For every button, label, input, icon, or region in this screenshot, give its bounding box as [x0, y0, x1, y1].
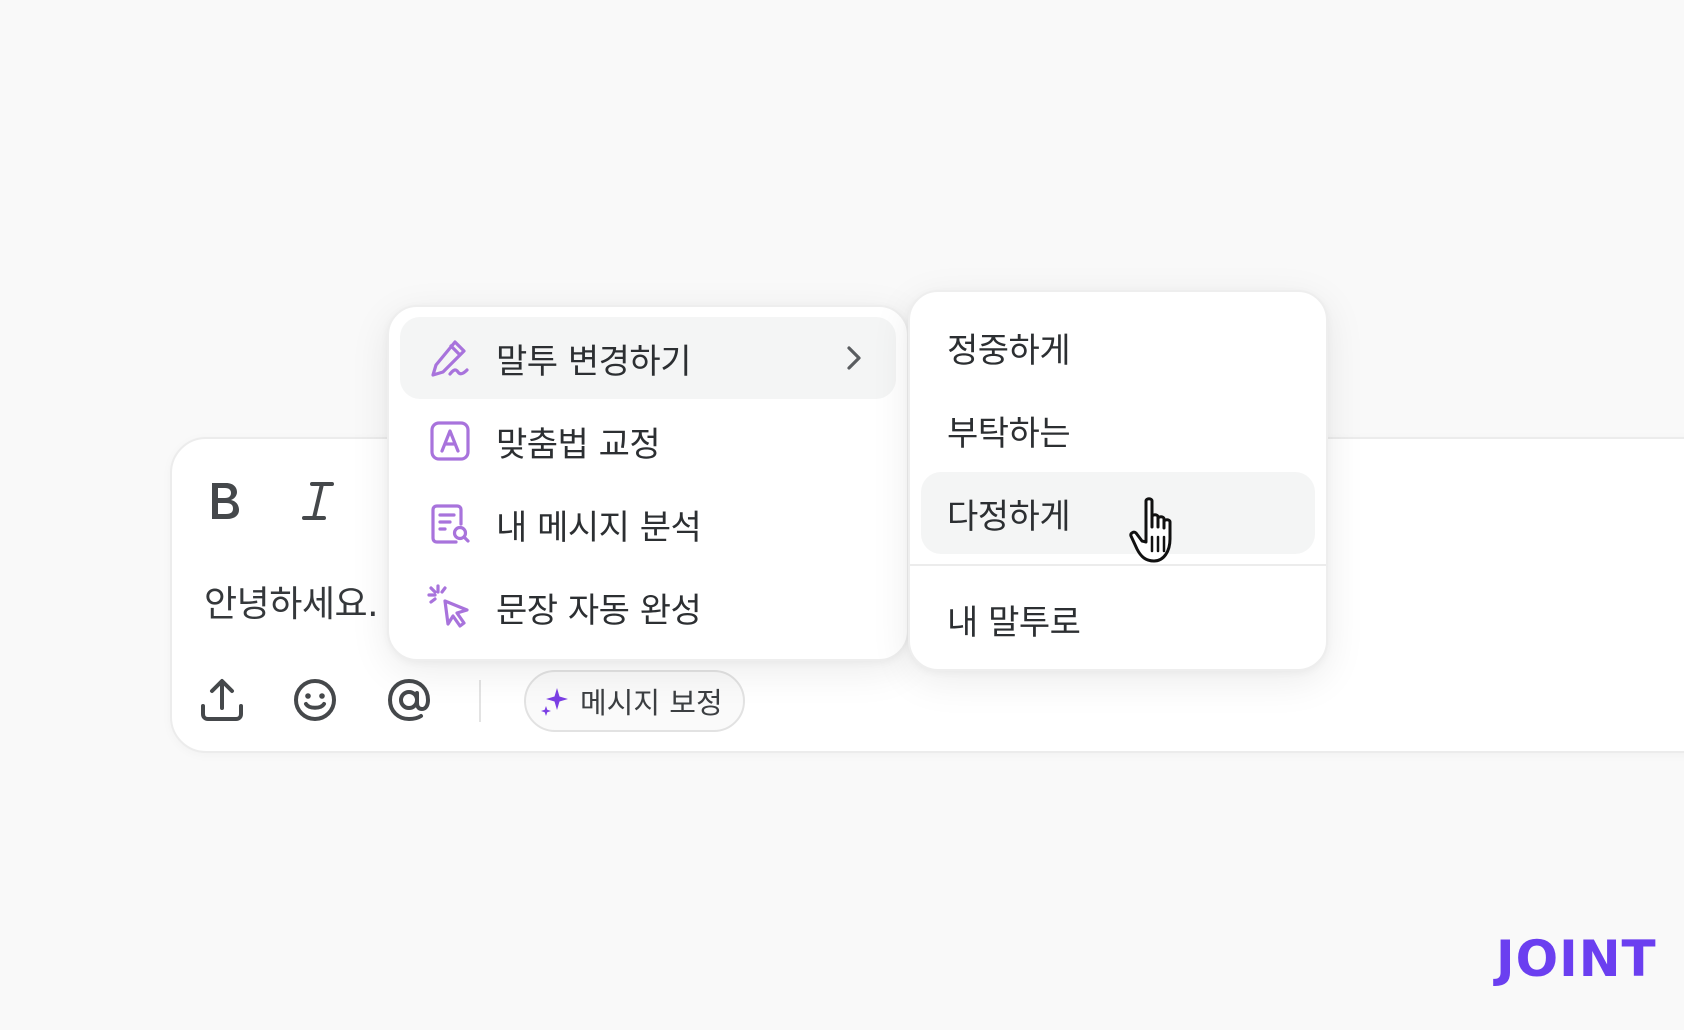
tone-submenu: 정중하게 부탁하는 다정하게 내 말투로 [908, 290, 1328, 671]
italic-icon [302, 482, 334, 520]
menu-item-change-tone[interactable]: 말투 변경하기 [400, 317, 896, 399]
menu-item-analyze-message[interactable]: 내 메시지 분석 [400, 483, 896, 565]
chevron-right-icon [847, 346, 861, 370]
tone-option-my-tone[interactable]: 내 말투로 [921, 578, 1315, 660]
tone-option-friendly[interactable]: 다정하게 [921, 472, 1315, 554]
tone-option-label: 정중하게 [947, 330, 1071, 371]
menu-item-label: 말투 변경하기 [496, 341, 692, 382]
mention-button[interactable] [381, 672, 437, 728]
emoji-button[interactable] [287, 672, 343, 728]
stage: 안녕하세요. 메시지 보정 말투 변경하기 맞춤법 교정 내 메시지 분석 문장… [0, 0, 1684, 1030]
menu-item-label: 문장 자동 완성 [496, 590, 702, 631]
brand-logo: JOINT [1496, 930, 1657, 988]
menu-item-label: 내 메시지 분석 [496, 507, 702, 548]
tone-option-label: 다정하게 [947, 496, 1071, 537]
document-search-icon [426, 500, 474, 548]
bold-icon [212, 483, 239, 519]
refine-message-button[interactable]: 메시지 보정 [524, 670, 745, 732]
tone-option-requesting[interactable]: 부탁하는 [921, 389, 1315, 471]
at-sign-icon [387, 678, 431, 722]
refine-message-label: 메시지 보정 [580, 686, 723, 720]
tone-option-label: 부탁하는 [947, 413, 1071, 454]
italic-button[interactable] [286, 469, 350, 533]
menu-item-label: 맞춤법 교정 [496, 424, 661, 465]
bold-button[interactable] [192, 469, 256, 533]
hand-pointer-cursor-icon [1129, 497, 1172, 563]
submenu-divider [910, 564, 1326, 566]
message-input[interactable]: 안녕하세요. [204, 575, 379, 627]
ai-tools-menu: 말투 변경하기 맞춤법 교정 내 메시지 분석 문장 자동 완성 [387, 305, 909, 661]
tone-option-polite[interactable]: 정중하게 [921, 306, 1315, 388]
sparkle-icon [541, 688, 568, 716]
sparkle-cursor-icon [426, 583, 474, 631]
menu-item-spell-check[interactable]: 맞춤법 교정 [400, 400, 896, 482]
menu-item-autocomplete[interactable]: 문장 자동 완성 [400, 566, 896, 648]
toolbar-divider [479, 680, 481, 722]
pen-icon [426, 334, 474, 382]
spellcheck-icon [426, 417, 474, 465]
tone-option-label: 내 말투로 [947, 602, 1081, 643]
smiley-icon [294, 679, 336, 721]
upload-button[interactable] [194, 672, 250, 728]
upload-icon [201, 679, 243, 721]
